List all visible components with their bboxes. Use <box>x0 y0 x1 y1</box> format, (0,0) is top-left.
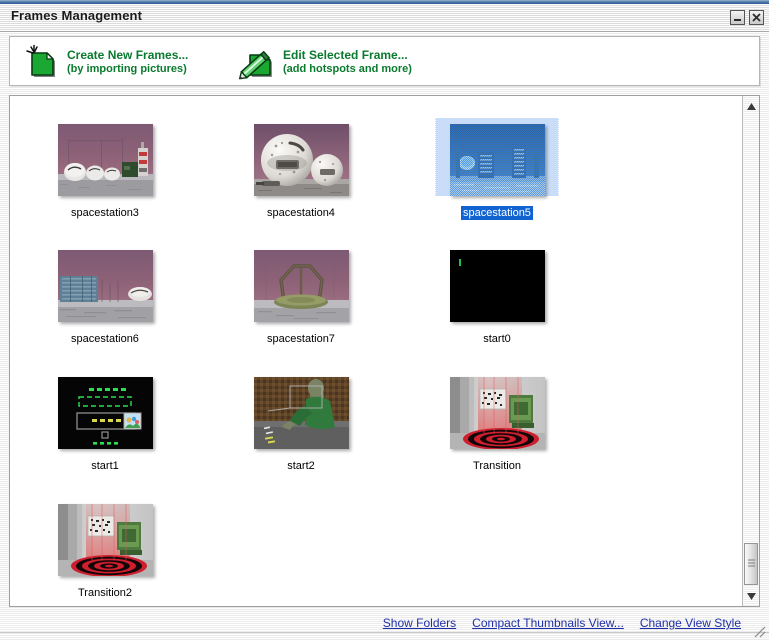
status-bar: Show Folders Compact Thumbnails View... … <box>0 612 769 641</box>
frame-item-spacestation3[interactable]: spacestation3 <box>30 118 180 221</box>
edit-selected-frame-subtitle: (add hotspots and more) <box>283 62 412 75</box>
edit-selected-frame-title: Edit Selected Frame... <box>283 47 408 62</box>
window-titlebar[interactable]: Frames Management <box>0 4 769 32</box>
frame-label: start0 <box>483 333 511 345</box>
vertical-scrollbar[interactable] <box>742 96 759 606</box>
edit-selected-frame-labels: Edit Selected Frame... (add hotspots and… <box>283 48 412 77</box>
frame-label: spacestation5 <box>461 206 533 220</box>
frame-label: spacestation6 <box>71 333 139 345</box>
frame-label: Transition <box>473 460 521 472</box>
new-document-icon <box>22 44 58 80</box>
thumbnail-image-green-terminal <box>57 377 153 449</box>
thumbnail-wrapper <box>30 244 180 322</box>
create-new-frames-button[interactable]: Create New Frames... (by importing pictu… <box>22 42 188 82</box>
thumbnail-image-two-pods <box>253 124 349 196</box>
thumbnail-image-blue-city <box>449 124 545 196</box>
edit-selected-frame-button[interactable]: Edit Selected Frame... (add hotspots and… <box>238 42 412 82</box>
frame-label: Transition2 <box>77 587 132 599</box>
frame-item-transition[interactable]: Transition <box>422 371 572 474</box>
create-new-frames-title: Create New Frames... <box>67 47 189 62</box>
scrollbar-grip-icon <box>748 559 755 569</box>
window-controls <box>730 10 764 25</box>
frame-label: spacestation3 <box>71 207 139 219</box>
minimize-icon <box>734 19 741 21</box>
frame-label: start1 <box>91 460 119 472</box>
frame-item-start0[interactable]: start0 <box>422 244 572 347</box>
thumbnail-wrapper <box>30 118 180 196</box>
thumbnail-image-black-screen <box>449 250 545 322</box>
frame-item-spacestation6[interactable]: spacestation6 <box>30 244 180 347</box>
frames-content-area: spacestation3 spacestation4 spacestation… <box>9 95 760 607</box>
frame-label: spacestation4 <box>267 207 335 219</box>
change-view-style-link[interactable]: Change View Style <box>640 616 741 630</box>
thumbnail-image-red-spiral-room <box>449 377 545 449</box>
frame-item-spacestation4[interactable]: spacestation4 <box>226 118 376 221</box>
frame-label: spacestation7 <box>267 333 335 345</box>
frames-scroll-viewport: spacestation3 spacestation4 spacestation… <box>10 96 742 606</box>
thumbnail-wrapper <box>226 371 376 449</box>
minimize-button[interactable] <box>730 10 745 25</box>
show-folders-link[interactable]: Show Folders <box>383 616 456 630</box>
scrollbar-thumb[interactable] <box>744 543 758 585</box>
frame-item-transition2[interactable]: Transition2 <box>30 498 180 601</box>
create-new-frames-subtitle: (by importing pictures) <box>67 62 187 75</box>
thumbnail-wrapper <box>422 244 572 322</box>
status-bar-links: Show Folders Compact Thumbnails View... … <box>383 616 741 630</box>
thumbnail-wrapper <box>226 118 376 196</box>
window-title: Frames Management <box>11 8 143 23</box>
frame-item-spacestation7[interactable]: spacestation7 <box>226 244 376 347</box>
compact-thumbnails-view-link[interactable]: Compact Thumbnails View... <box>472 616 624 630</box>
status-bar-divider <box>0 632 769 633</box>
thumbnail-wrapper <box>422 371 572 449</box>
close-button[interactable] <box>749 10 764 25</box>
scroll-down-arrow-icon[interactable] <box>744 589 758 603</box>
thumbnail-wrapper <box>226 244 376 322</box>
thumbnail-wrapper <box>30 498 180 576</box>
create-new-frames-labels: Create New Frames... (by importing pictu… <box>67 48 188 77</box>
frames-management-window: Frames Management Create New Frames... (… <box>0 0 769 641</box>
frame-label: start2 <box>287 460 315 472</box>
scroll-up-arrow-icon[interactable] <box>744 99 758 113</box>
toolbar-panel: Create New Frames... (by importing pictu… <box>9 36 760 86</box>
edit-pencil-document-icon <box>238 44 274 80</box>
close-icon <box>752 13 761 22</box>
frame-item-start2[interactable]: start2 <box>226 371 376 474</box>
thumbnail-image-arch-structure <box>253 250 349 322</box>
thumbnail-image-blue-building <box>57 250 153 322</box>
thumbnail-image-green-figure <box>253 377 349 449</box>
frame-item-start1[interactable]: start1 <box>30 371 180 474</box>
thumbnail-wrapper <box>422 118 572 196</box>
thumbnail-wrapper <box>30 371 180 449</box>
thumbnail-image-red-spiral-room <box>57 504 153 576</box>
resize-grip-icon[interactable] <box>753 625 767 639</box>
thumbnail-image-spheres-field <box>57 124 153 196</box>
frame-item-spacestation5[interactable]: spacestation5 <box>422 118 572 221</box>
